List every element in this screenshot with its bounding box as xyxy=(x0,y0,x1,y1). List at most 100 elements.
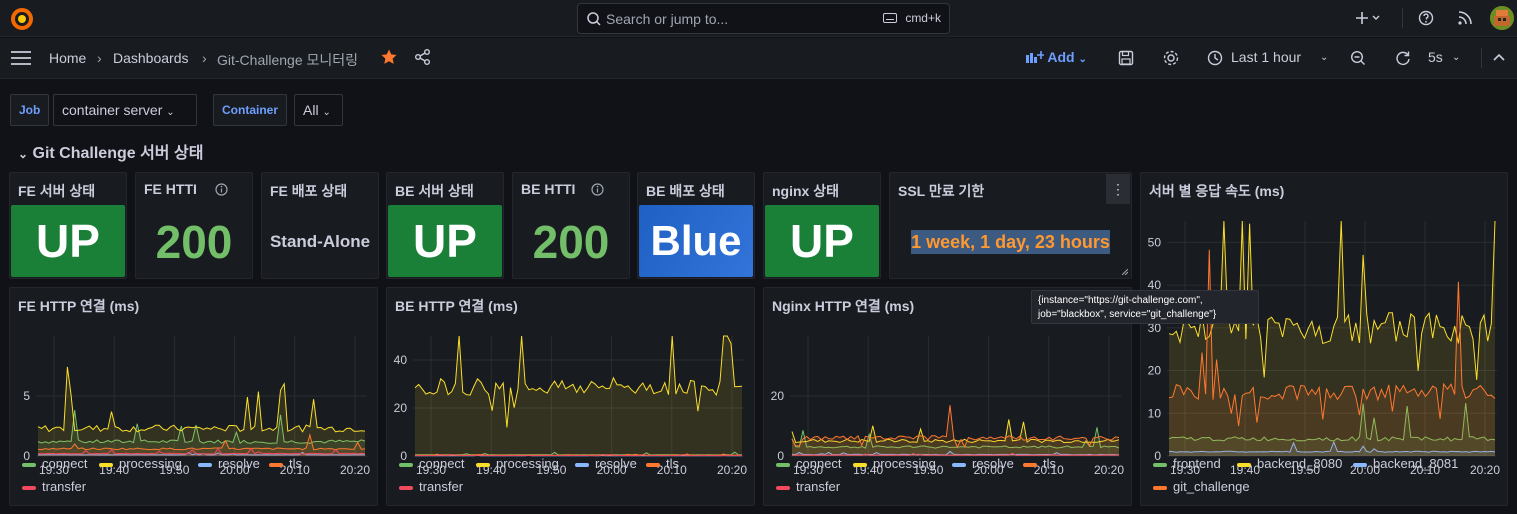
panel-title: BE 배포 상태 xyxy=(646,183,725,199)
legend-item-connect[interactable]: connect xyxy=(399,456,465,471)
stat-value: Blue xyxy=(650,217,742,264)
legend-label: tls xyxy=(666,456,679,471)
menu-icon[interactable] xyxy=(11,51,31,65)
avatar[interactable] xyxy=(1490,6,1514,30)
timeseries-chart[interactable]: 0102030405019:30 19:40 19:50 20:00 20:10 20:2… xyxy=(1141,213,1508,488)
legend-swatch xyxy=(269,462,283,467)
variable-select-job[interactable]: container server ⌄ xyxy=(53,94,197,126)
resize-handle-icon[interactable] xyxy=(1122,269,1128,275)
legend-item-tls[interactable]: tls xyxy=(1023,456,1056,471)
panel-title: BE HTTP 연결 (ms) xyxy=(395,298,518,314)
stat-panel-fe-deploy[interactable]: FE 배포 상태 Stand-Alone xyxy=(261,172,379,279)
time-range-picker[interactable]: Last 1 hour xyxy=(1231,49,1301,65)
search-icon xyxy=(587,12,601,26)
panel-title: Nginx HTTP 연결 (ms) xyxy=(772,298,915,314)
legend-swatch xyxy=(1153,462,1167,467)
top-bar: Search or jump to... cmd+k xyxy=(0,0,1517,37)
grafana-logo-icon[interactable] xyxy=(9,6,35,32)
panel-title: FE 배포 상태 xyxy=(270,183,348,199)
panel-title-text: BE HTTI xyxy=(521,181,576,197)
legend-item-resolve[interactable]: resolve xyxy=(575,456,637,471)
add-label: Add xyxy=(1047,49,1075,65)
variable-label-job: Job xyxy=(10,94,50,126)
info-icon[interactable] xyxy=(591,183,604,196)
legend-item-transfer[interactable]: transfer xyxy=(399,479,463,494)
chevron-up-icon[interactable] xyxy=(1493,53,1505,63)
tooltip-line: {instance="https://git-challenge.com", xyxy=(1038,295,1203,306)
divider xyxy=(1402,8,1403,28)
legend-item-git_challenge[interactable]: git_challenge xyxy=(1153,479,1250,494)
panel-menu-icon[interactable]: ⋮ xyxy=(1106,174,1130,204)
legend-item-backend_8080[interactable]: backend_8080 xyxy=(1237,456,1342,471)
legend-swatch xyxy=(776,485,790,490)
y-tick-label: 20 xyxy=(394,401,408,415)
stat-panel-ssl[interactable]: SSL 만료 기한 ⋮ 1 week, 1 day, 23 hours xyxy=(889,172,1132,279)
stat-value-bg: UP xyxy=(388,205,502,277)
legend-item-processing[interactable]: processing xyxy=(853,456,936,471)
stat-panel-be-server[interactable]: BE 서버 상태 UP xyxy=(386,172,504,279)
panel-title: FE 서버 상태 xyxy=(18,183,96,199)
row-title[interactable]: ⌄ Git Challenge 서버 상태 xyxy=(18,139,203,163)
share-icon[interactable] xyxy=(414,48,432,66)
legend-label: tls xyxy=(289,456,302,471)
variable-select-container[interactable]: All ⌄ xyxy=(294,94,343,126)
legend-item-processing[interactable]: processing xyxy=(476,456,559,471)
legend-item-tls[interactable]: tls xyxy=(269,456,302,471)
info-icon[interactable] xyxy=(215,183,228,196)
y-tick-label: 20 xyxy=(771,389,785,403)
chart-panel-fe-http[interactable]: FE HTTP 연결 (ms) 0 5 19:30 19:40 19:50 20:00 20… xyxy=(9,287,378,506)
search-bar[interactable]: Search or jump to... cmd+k xyxy=(577,3,950,34)
legend-swatch xyxy=(476,462,490,467)
legend-item-connect[interactable]: connect xyxy=(22,456,88,471)
stat-panel-fe-server[interactable]: FE 서버 상태 UP xyxy=(9,172,127,279)
refresh-interval-picker[interactable]: 5s xyxy=(1428,49,1443,65)
legend-item-resolve[interactable]: resolve xyxy=(198,456,260,471)
stat-panel-fe-http[interactable]: FE HTTI 200 xyxy=(135,172,253,279)
legend-label: connect xyxy=(42,456,88,471)
legend-label: resolve xyxy=(595,456,637,471)
legend-item-tls[interactable]: tls xyxy=(646,456,679,471)
legend-label: processing xyxy=(119,456,182,471)
chart-panel-be-http[interactable]: BE HTTP 연결 (ms) 0 20 40 19:30 19:40 19:50 20:0… xyxy=(386,287,755,506)
stat-value-bg: 1 week, 1 day, 23 hours xyxy=(890,205,1131,278)
legend-label: transfer xyxy=(419,479,464,494)
legend-label: connect xyxy=(796,456,842,471)
stat-value: 200 xyxy=(532,215,610,268)
legend-label: processing xyxy=(496,456,559,471)
star-icon[interactable] xyxy=(380,48,398,66)
legend-item-transfer[interactable]: transfer xyxy=(776,479,840,494)
legend-label: frontend xyxy=(1173,456,1221,471)
chart-panel-response-speed[interactable]: 서버 별 응답 속도 (ms) 0 10 20 30 40 50 19:30 19:40 19:… xyxy=(1140,172,1508,506)
legend-item-transfer[interactable]: transfer xyxy=(22,479,86,494)
chevron-down-icon[interactable]: ⌄ xyxy=(1452,52,1460,63)
gear-icon[interactable] xyxy=(1162,49,1180,67)
x-tick-label: 20:20 xyxy=(1470,463,1500,477)
legend-item-processing[interactable]: processing xyxy=(99,456,182,471)
stat-panel-be-http[interactable]: BE HTTI 200 xyxy=(512,172,630,279)
help-icon[interactable] xyxy=(1418,10,1434,26)
breadcrumb-dashboards[interactable]: Dashboards xyxy=(113,50,189,66)
refresh-icon[interactable] xyxy=(1395,50,1411,66)
stat-panel-be-deploy[interactable]: BE 배포 상태 Blue xyxy=(637,172,755,279)
stat-value-bg: Stand-Alone xyxy=(262,205,378,278)
save-icon[interactable] xyxy=(1118,50,1134,66)
add-button[interactable]: Add ⌄ xyxy=(1026,49,1087,65)
legend-swatch xyxy=(646,462,660,467)
legend-label: tls xyxy=(1043,456,1056,471)
legend-item-resolve[interactable]: resolve xyxy=(952,456,1014,471)
legend-item-backend_8081[interactable]: backend_8081 xyxy=(1353,456,1458,471)
chevron-down-icon[interactable]: ⌄ xyxy=(1320,52,1328,63)
breadcrumb-current: Git-Challenge 모니터링 xyxy=(217,52,359,68)
plus-icon[interactable] xyxy=(1355,10,1381,26)
legend-item-frontend[interactable]: frontend xyxy=(1153,456,1221,471)
legend-swatch xyxy=(776,462,790,467)
legend-item-connect[interactable]: connect xyxy=(776,456,842,471)
stat-panel-nginx[interactable]: nginx 상태 UP xyxy=(763,172,881,279)
rss-icon[interactable] xyxy=(1457,10,1473,26)
legend-swatch xyxy=(22,485,36,490)
row-title-text: Git Challenge 서버 상태 xyxy=(32,145,204,162)
clock-icon xyxy=(1207,50,1223,66)
panel-title-text: FE HTTI xyxy=(144,181,197,197)
breadcrumb-home[interactable]: Home xyxy=(49,50,86,66)
zoom-out-icon[interactable] xyxy=(1350,50,1366,66)
